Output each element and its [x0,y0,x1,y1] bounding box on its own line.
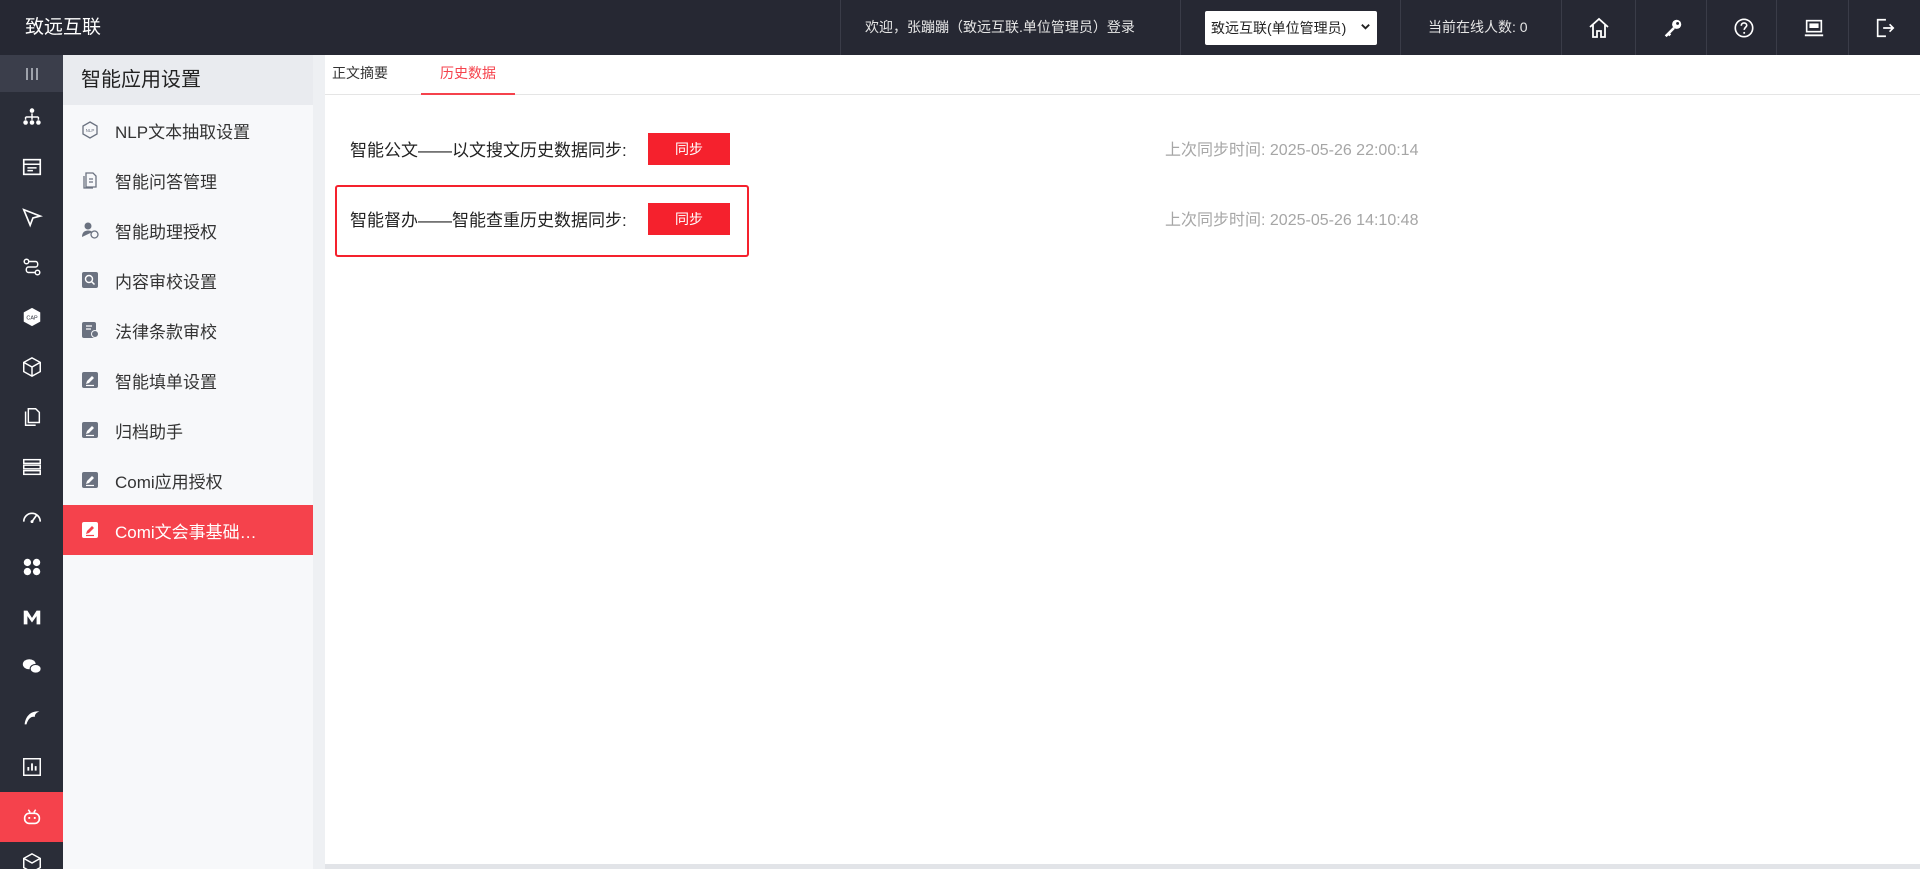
submenu-item-label: 智能问答管理 [115,172,217,192]
flow-icon[interactable] [0,242,63,292]
brand-name: 致远互联 [25,17,102,38]
submenu-item-label: 内容审校设置 [115,272,217,292]
divider [840,0,841,55]
send-icon[interactable] [0,192,63,242]
user-auth-icon [82,222,99,239]
submenu-item-archive[interactable]: 归档助手 [63,405,313,455]
submenu-title: 智能应用设置 [63,55,313,105]
submenu-item-nlp[interactable]: NLP NLP文本抽取设置 [63,105,313,155]
welcome-text: 欢迎，张蹦蹦（致远互联.单位管理员）登录 [865,19,1135,35]
submenu-item-assistant-auth[interactable]: 智能助理授权 [63,205,313,255]
svg-text:NLP: NLP [86,128,95,133]
key-icon[interactable] [1636,0,1710,55]
divider [1180,0,1181,55]
edit-icon [82,372,98,388]
tab-history[interactable]: 历史数据 [421,55,515,95]
submenu-item-label: 智能助理授权 [115,222,217,242]
submenu-item-comi-basic[interactable]: Comi文会事基础… [63,505,313,555]
cap-icon[interactable]: CAP [0,292,63,342]
edit-icon [82,472,98,488]
sync-row-label: 智能公文——以文搜文历史数据同步: [350,141,627,160]
org-chart-icon[interactable] [0,92,63,142]
submenu-item-label: NLP文本抽取设置 [115,122,251,142]
edit-icon [82,522,98,538]
last-sync-time: 上次同步时间: 2025-05-26 22:00:14 [1165,142,1419,159]
unit-select-value: 致远互联(单位管理员) [1211,20,1347,36]
nlp-icon: NLP [82,121,98,139]
horizontal-scrollbar[interactable] [325,864,1920,869]
submenu-item-form-fill[interactable]: 智能填单设置 [63,355,313,405]
content-panel: 正文摘要 历史数据 智能公文——以文搜文历史数据同步: 同步 上次同步时间: 2… [325,55,1920,864]
edit-icon [82,422,98,438]
qa-icon [83,172,97,189]
sync-button[interactable]: 同步 [648,133,730,165]
tab-bar: 正文摘要 历史数据 [325,55,1920,95]
submenu-item-comi-auth[interactable]: Comi应用授权 [63,455,313,505]
law-icon [82,322,99,338]
help-icon[interactable] [1707,0,1781,55]
submenu-item-qa[interactable]: 智能问答管理 [63,155,313,205]
divider [1400,0,1401,55]
robot-icon[interactable] [0,792,63,842]
top-bar: 致远互联 欢迎，张蹦蹦（致远互联.单位管理员）登录 致远互联(单位管理员) 当前… [0,0,1920,55]
submenu-item-label: Comi应用授权 [115,472,223,492]
chevron-down-icon [1360,11,1371,45]
docs-icon[interactable] [0,392,63,442]
sync-row-label: 智能督办——智能查重历史数据同步: [350,211,627,230]
search-doc-icon [82,272,98,288]
monitor-icon[interactable] [1777,0,1851,55]
icon-rail: CAP [0,55,63,869]
last-sync-time: 上次同步时间: 2025-05-26 14:10:48 [1165,212,1419,229]
home-icon[interactable] [1562,0,1636,55]
bird-icon[interactable] [0,692,63,742]
sync-button[interactable]: 同步 [648,203,730,235]
cube-icon[interactable] [0,342,63,392]
report-icon[interactable] [0,742,63,792]
stack-icon[interactable] [0,442,63,492]
submenu-item-label: 归档助手 [115,422,183,442]
form-icon[interactable] [0,142,63,192]
m-logo-icon[interactable] [0,592,63,642]
submenu-item-label: 法律条款审校 [115,322,217,342]
unit-select[interactable]: 致远互联(单位管理员) [1205,11,1377,45]
submenu: 智能应用设置 NLP NLP文本抽取设置 智能问答管理 智能助理授权 内容审校设… [63,55,313,869]
logout-icon[interactable] [1849,0,1920,55]
chat-icon[interactable] [0,642,63,692]
online-count: 当前在线人数: 0 [1428,19,1528,35]
apps-icon[interactable] [0,542,63,592]
box-icon[interactable] [0,842,63,869]
submenu-item-label: 智能填单设置 [115,372,217,392]
tab-summary[interactable]: 正文摘要 [325,55,395,95]
submenu-item-label: Comi文会事基础… [115,522,257,542]
menu-lines-icon[interactable] [0,55,63,92]
submenu-item-content-review[interactable]: 内容审校设置 [63,255,313,305]
gauge-icon[interactable] [0,492,63,542]
svg-text:CAP: CAP [26,315,38,321]
submenu-item-law-review[interactable]: 法律条款审校 [63,305,313,355]
